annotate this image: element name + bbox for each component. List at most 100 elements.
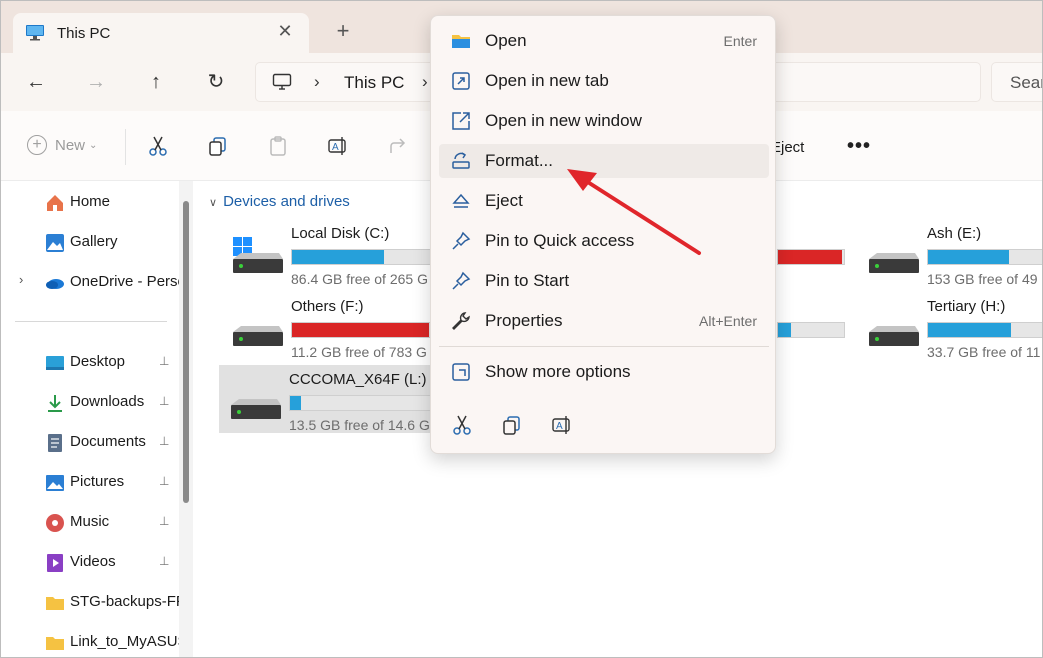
sidebar-item-videos[interactable]: Videos ⊥ (1, 547, 179, 577)
paste-icon (270, 136, 286, 156)
search-placeholder: Sear (1010, 73, 1043, 92)
devices-group-header[interactable]: ∨ Devices and drives (209, 193, 350, 210)
scissors-icon[interactable] (451, 414, 473, 436)
share-icon (390, 138, 406, 153)
format-icon (452, 152, 470, 169)
chevron-down-icon: ∨ (209, 197, 218, 209)
menu-item-properties[interactable]: Properties Alt+Enter (439, 304, 769, 338)
group-header-label: Devices and drives (223, 193, 350, 210)
menu-item-label: Open (485, 31, 527, 50)
drive-cccoma-l[interactable]: CCCOMA_X64F (L:) 13.5 GB free of 14.6 G (219, 365, 431, 433)
menu-item-pin-to-start[interactable]: Pin to Start (439, 264, 769, 298)
breadcrumb-chevron-icon[interactable]: › (314, 72, 320, 92)
drive-name: Ash (E:) (927, 225, 982, 242)
sidebar-item-documents[interactable]: Documents ⊥ (1, 427, 179, 457)
breadcrumb-this-pc[interactable]: This PC (344, 73, 404, 93)
drive-free-space: 86.4 GB free of 265 G (291, 271, 428, 287)
drive-tertiary-h[interactable]: Tertiary (H:) 33.7 GB free of 11 (857, 292, 1042, 360)
drive-usage-bar (777, 322, 845, 338)
sidebar-item-label: OneDrive - Perso (70, 273, 180, 290)
breadcrumb-chevron-icon[interactable]: › (422, 72, 428, 92)
menu-item-open[interactable]: Open Enter (439, 24, 769, 58)
pin-icon (452, 231, 471, 250)
new-label: New (55, 136, 86, 154)
paste-button[interactable] (267, 135, 289, 159)
menu-item-shortcut: Enter (723, 33, 757, 49)
sidebar-item-onedrive[interactable]: › OneDrive - Perso (1, 267, 180, 297)
tab-title: This PC (57, 25, 111, 42)
drive-icon (233, 326, 283, 346)
sidebar-item-stg-backups[interactable]: STG-backups-FF (1, 587, 180, 617)
drive-name: Tertiary (H:) (927, 298, 1006, 315)
menu-item-show-more-options[interactable]: Show more options (439, 355, 769, 389)
drive-icon (231, 399, 281, 419)
this-pc-icon (272, 73, 292, 90)
cut-button[interactable] (147, 135, 169, 159)
plus-icon: + (27, 135, 47, 155)
drive-usage-bar (291, 249, 431, 265)
up-button[interactable]: ↑ (143, 69, 169, 95)
navigation-pane: Home Gallery › OneDrive - Perso Desktop (1, 181, 193, 657)
pin-icon: ⊥ (159, 394, 170, 408)
sidebar-item-label: STG-backups-FF (70, 593, 180, 610)
drive-local-disk-c[interactable]: Local Disk (C:) 86.4 GB free of 265 G (221, 219, 441, 287)
wrench-icon (452, 312, 470, 330)
menu-divider (439, 346, 769, 347)
drive-usage-fill (290, 396, 302, 410)
menu-item-label: Pin to Start (485, 271, 570, 290)
menu-item-label: Show more options (485, 362, 631, 381)
drive-partially-hidden[interactable] (777, 219, 847, 285)
drive-others-f[interactable]: Others (F:) 11.2 GB free of 783 G (221, 292, 441, 360)
drive-partially-hidden[interactable] (777, 292, 847, 358)
search-box[interactable]: Sear (991, 62, 1043, 102)
folder-open-icon (452, 35, 470, 48)
menu-item-label: Eject (485, 191, 523, 210)
sidebar-item-desktop[interactable]: Desktop ⊥ (1, 347, 179, 377)
sidebar-scrollbar-thumb[interactable] (183, 201, 189, 503)
close-tab-icon[interactable]: ✕ (275, 21, 295, 43)
svg-text:A: A (556, 421, 563, 432)
eject-command[interactable]: Eject (771, 139, 804, 156)
copy-icon[interactable] (501, 414, 523, 436)
file-explorer-window: This PC ✕ + ← → ↑ ↻ › This PC › Sear + Ne… (0, 0, 1043, 658)
rename-button[interactable]: A (327, 135, 349, 159)
refresh-button[interactable]: ↻ (203, 69, 229, 95)
drive-usage-bar (291, 322, 431, 338)
more-options-icon (452, 363, 470, 381)
copy-button[interactable] (207, 135, 229, 159)
new-button[interactable]: + New ⌄ (27, 135, 97, 159)
sidebar-item-link-to-myasus[interactable]: Link_to_MyASUS (1, 627, 180, 657)
menu-item-open-in-new-tab[interactable]: Open in new tab (439, 64, 769, 98)
drive-free-space: 153 GB free of 49 (927, 271, 1038, 287)
drive-ash-e[interactable]: Ash (E:) 153 GB free of 49 (857, 219, 1042, 287)
sidebar-item-music[interactable]: Music ⊥ (1, 507, 179, 537)
tab-this-pc[interactable]: This PC ✕ (13, 13, 309, 53)
pin-icon: ⊥ (159, 554, 170, 568)
copy-icon (209, 137, 226, 156)
new-tab-button[interactable]: + (331, 19, 355, 43)
drive-usage-bar (927, 249, 1042, 265)
sidebar-item-pictures[interactable]: Pictures ⊥ (1, 467, 179, 497)
eject-icon (452, 193, 470, 208)
documents-icon (48, 434, 62, 452)
drive-icon (869, 253, 919, 273)
drive-free-space: 13.5 GB free of 14.6 G (289, 417, 430, 433)
menu-item-shortcut: Alt+Enter (699, 313, 757, 329)
sidebar-item-gallery[interactable]: Gallery (1, 227, 179, 257)
menu-item-label: Open in new window (485, 111, 642, 130)
drive-usage-fill (928, 323, 1011, 337)
share-button[interactable] (387, 135, 409, 159)
sidebar-item-downloads[interactable]: Downloads ⊥ (1, 387, 179, 417)
sidebar-item-label: Link_to_MyASUS (70, 633, 180, 650)
chevron-right-icon[interactable]: › (19, 272, 23, 287)
rename-icon[interactable]: A (551, 414, 573, 436)
sidebar-item-home[interactable]: Home (1, 187, 179, 217)
videos-icon (47, 554, 63, 572)
sidebar-item-label: Home (70, 193, 111, 210)
menu-item-open-in-new-window[interactable]: Open in new window (439, 104, 769, 138)
more-options-button[interactable]: ••• (847, 135, 871, 158)
back-button[interactable]: ← (23, 69, 49, 95)
drive-usage-bar (289, 395, 431, 411)
pin-icon: ⊥ (159, 474, 170, 488)
forward-button[interactable]: → (83, 69, 109, 95)
